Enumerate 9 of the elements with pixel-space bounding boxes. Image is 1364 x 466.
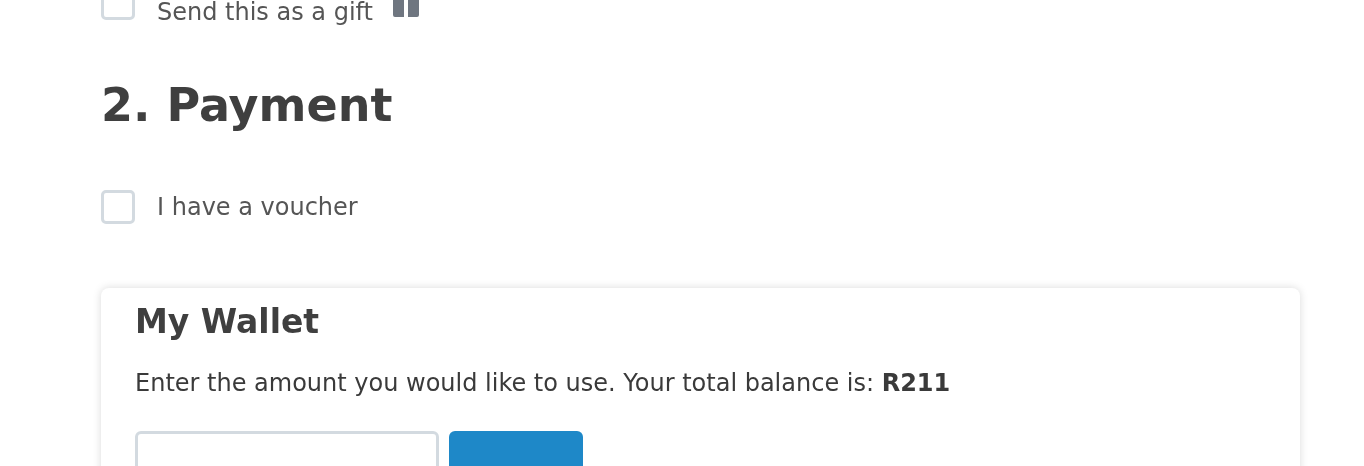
amount-input[interactable] (135, 431, 439, 466)
balance-text: Enter the amount you would like to use. Your total balance is: R211 (135, 369, 952, 397)
section-heading: 2. Payment (101, 78, 394, 132)
checkbox[interactable] (101, 190, 135, 224)
apply-button[interactable] (449, 431, 583, 466)
gift-icon (391, 0, 421, 20)
card-title: My Wallet (135, 302, 321, 341)
checkbox-label: I have a voucher (157, 193, 358, 221)
checkbox-label: Send this as a gift (157, 0, 373, 26)
